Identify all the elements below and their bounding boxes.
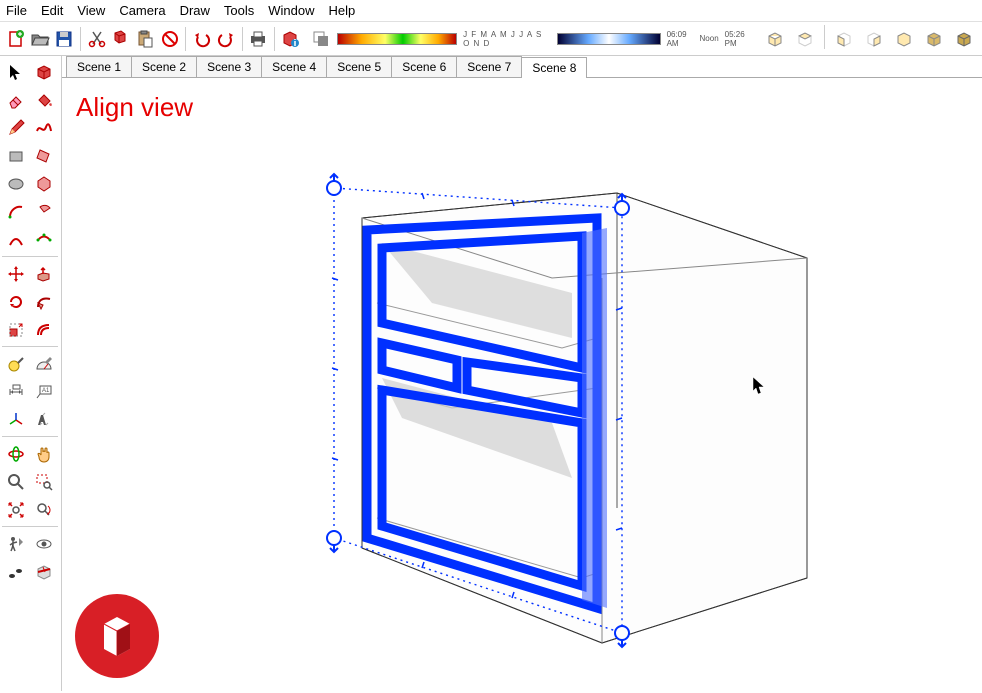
walk-tool[interactable] — [2, 558, 29, 585]
left-view-button[interactable] — [920, 25, 948, 53]
viewport[interactable]: Align view — [62, 78, 982, 691]
toolbar-separator — [824, 25, 825, 49]
scene-tab-1[interactable]: Scene 1 — [66, 56, 132, 77]
menu-tools[interactable]: Tools — [224, 3, 254, 18]
scene-tab-7[interactable]: Scene 7 — [456, 56, 522, 77]
menu-window[interactable]: Window — [268, 3, 314, 18]
svg-text:A1: A1 — [42, 388, 50, 394]
three-point-arc-tool[interactable] — [30, 226, 57, 253]
scene-tab-2[interactable]: Scene 2 — [131, 56, 197, 77]
zoom-extents-tool[interactable] — [2, 496, 29, 523]
previous-view-tool[interactable] — [30, 496, 57, 523]
paste-button[interactable] — [134, 25, 157, 53]
redo-button[interactable] — [214, 25, 237, 53]
circle-tool[interactable] — [2, 170, 29, 197]
canvas-area: Scene 1 Scene 2 Scene 3 Scene 4 Scene 5 … — [62, 56, 982, 691]
cursor-icon — [752, 376, 768, 396]
offset-tool[interactable] — [30, 316, 57, 343]
palette-separator — [2, 256, 58, 257]
menu-camera[interactable]: Camera — [119, 3, 165, 18]
model-drawing — [62, 78, 982, 693]
freehand-tool[interactable] — [30, 114, 57, 141]
zoom-tool[interactable] — [2, 468, 29, 495]
move-tool[interactable] — [2, 260, 29, 287]
follow-me-tool[interactable] — [30, 288, 57, 315]
toolbar-separator — [80, 27, 81, 51]
pan-tool[interactable] — [30, 440, 57, 467]
scene-tab-6[interactable]: Scene 6 — [391, 56, 457, 77]
months-label: J F M A M J J A S O N D — [463, 30, 550, 48]
palette-separator — [2, 436, 58, 437]
paint-bucket-tool[interactable] — [30, 86, 57, 113]
menu-help[interactable]: Help — [329, 3, 356, 18]
toolbar-separator — [185, 27, 186, 51]
menu-file[interactable]: File — [6, 3, 27, 18]
scene-tab-8[interactable]: Scene 8 — [521, 57, 587, 78]
palette-separator — [2, 346, 58, 347]
open-file-button[interactable] — [28, 25, 51, 53]
pie-tool[interactable] — [30, 198, 57, 225]
push-pull-tool[interactable] — [30, 260, 57, 287]
zoom-window-tool[interactable] — [30, 468, 57, 495]
shadow-toggle-button[interactable] — [311, 27, 331, 51]
undo-button[interactable] — [190, 25, 213, 53]
sunrise-label: 06:09 AM — [667, 30, 694, 48]
dimension-tool[interactable] — [2, 378, 29, 405]
menu-edit[interactable]: Edit — [41, 3, 63, 18]
main-toolbar: J F M A M J J A S O N D 06:09 AM Noon 05… — [0, 22, 982, 56]
look-around-tool[interactable] — [30, 530, 57, 557]
scale-tool[interactable] — [2, 316, 29, 343]
time-slider[interactable] — [557, 33, 661, 45]
tool-palette: A1 — [0, 56, 62, 691]
date-slider[interactable] — [337, 33, 457, 45]
cut-button[interactable] — [85, 25, 108, 53]
noon-label: Noon — [700, 34, 719, 43]
rectangle-tool[interactable] — [2, 142, 29, 169]
make-component-tool[interactable] — [30, 58, 57, 85]
view-toolbar — [761, 25, 978, 53]
scene-tab-4[interactable]: Scene 4 — [261, 56, 327, 77]
arc-tool[interactable] — [2, 198, 29, 225]
print-button[interactable] — [247, 25, 270, 53]
position-camera-tool[interactable] — [2, 530, 29, 557]
text-tool[interactable]: A1 — [30, 378, 57, 405]
palette-separator — [2, 526, 58, 527]
menu-bar: File Edit View Camera Draw Tools Window … — [0, 0, 982, 22]
rotate-tool[interactable] — [2, 288, 29, 315]
iso-view-button[interactable] — [761, 25, 789, 53]
persp-view-button[interactable] — [950, 25, 978, 53]
top-view-button[interactable] — [791, 25, 819, 53]
toolbar-separator — [242, 27, 243, 51]
3d-text-tool[interactable] — [30, 406, 57, 433]
pencil-tool[interactable] — [2, 114, 29, 141]
model-info-button[interactable] — [279, 25, 302, 53]
toolbar-separator — [274, 27, 275, 51]
eraser-tool[interactable] — [2, 86, 29, 113]
new-file-button[interactable] — [4, 25, 27, 53]
delete-button[interactable] — [158, 25, 181, 53]
polygon-tool[interactable] — [30, 170, 57, 197]
axes-tool[interactable] — [2, 406, 29, 433]
back-view-button[interactable] — [890, 25, 918, 53]
app-logo-icon — [72, 591, 162, 681]
menu-draw[interactable]: Draw — [180, 3, 210, 18]
scene-tab-5[interactable]: Scene 5 — [326, 56, 392, 77]
select-tool[interactable] — [2, 58, 29, 85]
front-view-button[interactable] — [830, 25, 858, 53]
section-plane-tool[interactable] — [30, 558, 57, 585]
save-file-button[interactable] — [53, 25, 76, 53]
orbit-tool[interactable] — [2, 440, 29, 467]
tape-measure-tool[interactable] — [2, 350, 29, 377]
protractor-tool[interactable] — [30, 350, 57, 377]
two-point-arc-tool[interactable] — [2, 226, 29, 253]
right-view-button[interactable] — [860, 25, 888, 53]
rotated-rect-tool[interactable] — [30, 142, 57, 169]
copy-button[interactable] — [109, 25, 132, 53]
shadow-toolbar: J F M A M J J A S O N D 06:09 AM Noon 05… — [311, 30, 752, 48]
sunset-label: 05:26 PM — [725, 30, 752, 48]
scene-tab-3[interactable]: Scene 3 — [196, 56, 262, 77]
scene-tabs: Scene 1 Scene 2 Scene 3 Scene 4 Scene 5 … — [62, 56, 982, 78]
menu-view[interactable]: View — [77, 3, 105, 18]
